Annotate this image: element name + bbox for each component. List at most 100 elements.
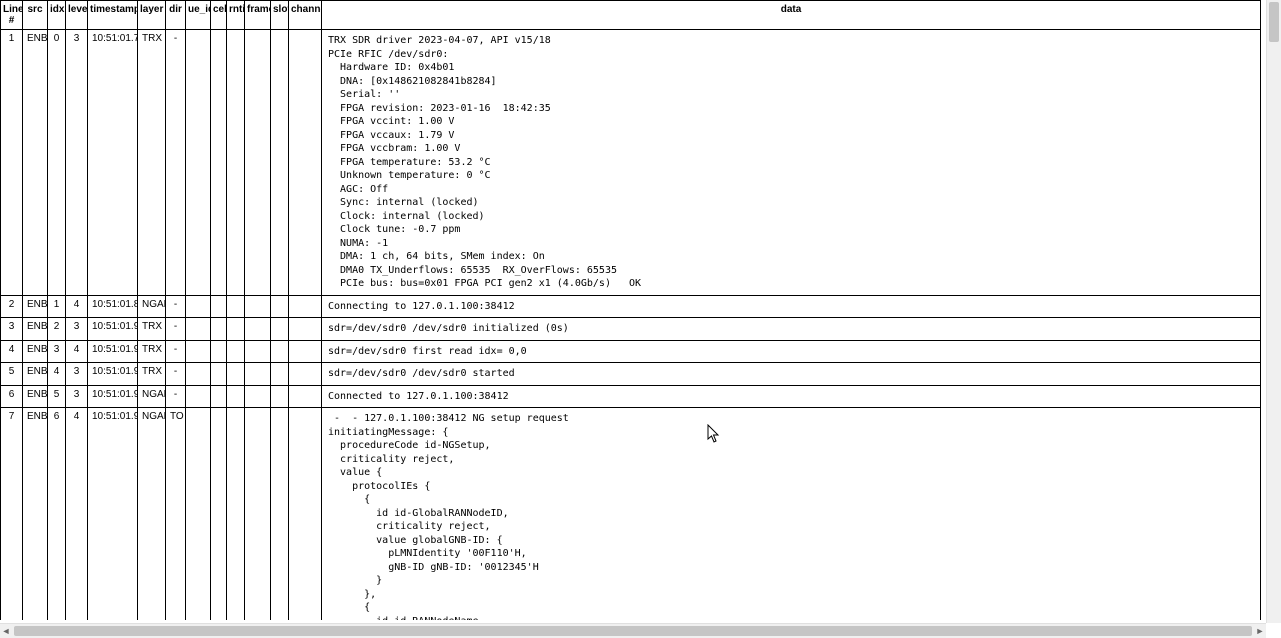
col-ueid[interactable]: ue_id bbox=[186, 1, 211, 30]
cell-layer: NGAP bbox=[138, 408, 166, 621]
cell-ue_id bbox=[186, 340, 211, 363]
cell-timestamp: 10:51:01.785 bbox=[88, 30, 138, 296]
cell-data: - - 127.0.1.100:38412 NG setup request i… bbox=[322, 408, 1261, 621]
cell-data: sdr=/dev/sdr0 /dev/sdr0 started bbox=[322, 363, 1261, 386]
col-src[interactable]: src bbox=[23, 1, 48, 30]
table-row[interactable]: 3ENB2310:51:01.992TRX-sdr=/dev/sdr0 /dev… bbox=[1, 318, 1261, 341]
cell-line: 4 bbox=[1, 340, 23, 363]
vertical-scroll-thumb[interactable] bbox=[1269, 2, 1279, 42]
log-table: Line # src idx level timestamp layer dir… bbox=[0, 0, 1261, 620]
col-rnti[interactable]: rnti bbox=[227, 1, 245, 30]
col-level[interactable]: level bbox=[66, 1, 88, 30]
cell-channel bbox=[289, 295, 322, 318]
cell-layer: TRX bbox=[138, 30, 166, 296]
horizontal-scroll-thumb[interactable] bbox=[14, 626, 1252, 636]
cell-ue_id bbox=[186, 363, 211, 386]
vertical-scrollbar[interactable] bbox=[1266, 0, 1281, 623]
cell-rnti bbox=[227, 30, 245, 296]
cell-channel bbox=[289, 340, 322, 363]
cell-dir: - bbox=[166, 340, 186, 363]
cell-idx: 3 bbox=[48, 340, 66, 363]
cell-level: 4 bbox=[66, 295, 88, 318]
cell-level: 4 bbox=[66, 340, 88, 363]
cell-slot bbox=[271, 318, 289, 341]
table-row[interactable]: 5ENB4310:51:01.996TRX-sdr=/dev/sdr0 /dev… bbox=[1, 363, 1261, 386]
cell-dir: - bbox=[166, 385, 186, 408]
cell-channel bbox=[289, 30, 322, 296]
col-data[interactable]: data bbox=[322, 1, 1261, 30]
col-idx[interactable]: idx bbox=[48, 1, 66, 30]
cell-frame bbox=[245, 363, 271, 386]
cell-frame bbox=[245, 340, 271, 363]
cell-src: ENB bbox=[23, 30, 48, 296]
table-row[interactable]: 7ENB6410:51:01.996NGAPTO - - 127.0.1.100… bbox=[1, 408, 1261, 621]
table-row[interactable]: 1ENB0310:51:01.785TRX-TRX SDR driver 202… bbox=[1, 30, 1261, 296]
cell-slot bbox=[271, 340, 289, 363]
cell-src: ENB bbox=[23, 295, 48, 318]
cell-dir: - bbox=[166, 30, 186, 296]
cell-cell bbox=[211, 363, 227, 386]
scroll-right-arrow-icon[interactable]: ► bbox=[1254, 625, 1266, 637]
cell-src: ENB bbox=[23, 340, 48, 363]
col-frame[interactable]: frame bbox=[245, 1, 271, 30]
cell-dir: - bbox=[166, 295, 186, 318]
cell-rnti bbox=[227, 363, 245, 386]
col-slot[interactable]: slot bbox=[271, 1, 289, 30]
table-row[interactable]: 6ENB5310:51:01.996NGAP-Connected to 127.… bbox=[1, 385, 1261, 408]
cell-cell bbox=[211, 30, 227, 296]
cell-ue_id bbox=[186, 408, 211, 621]
col-line[interactable]: Line # bbox=[1, 1, 23, 30]
log-viewport[interactable]: Line # src idx level timestamp layer dir… bbox=[0, 0, 1266, 620]
cell-dir: TO bbox=[166, 408, 186, 621]
cell-data: TRX SDR driver 2023-04-07, API v15/18 PC… bbox=[322, 30, 1261, 296]
cell-cell bbox=[211, 385, 227, 408]
cell-layer: TRX bbox=[138, 363, 166, 386]
cell-timestamp: 10:51:01.996 bbox=[88, 363, 138, 386]
cell-line: 1 bbox=[1, 30, 23, 296]
scroll-left-arrow-icon[interactable]: ◄ bbox=[0, 625, 12, 637]
cell-cell bbox=[211, 340, 227, 363]
cell-layer: TRX bbox=[138, 318, 166, 341]
cell-cell bbox=[211, 318, 227, 341]
cell-idx: 1 bbox=[48, 295, 66, 318]
cell-slot bbox=[271, 408, 289, 621]
cell-rnti bbox=[227, 408, 245, 621]
col-channel[interactable]: channel bbox=[289, 1, 322, 30]
cell-src: ENB bbox=[23, 318, 48, 341]
table-row[interactable]: 4ENB3410:51:01.995TRX-sdr=/dev/sdr0 firs… bbox=[1, 340, 1261, 363]
col-layer[interactable]: layer bbox=[138, 1, 166, 30]
cell-slot bbox=[271, 385, 289, 408]
cell-line: 3 bbox=[1, 318, 23, 341]
cell-layer: TRX bbox=[138, 340, 166, 363]
cell-dir: - bbox=[166, 318, 186, 341]
table-row[interactable]: 2ENB1410:51:01.820NGAP-Connecting to 127… bbox=[1, 295, 1261, 318]
col-cell[interactable]: cell bbox=[211, 1, 227, 30]
cell-idx: 5 bbox=[48, 385, 66, 408]
cell-ue_id bbox=[186, 385, 211, 408]
cell-src: ENB bbox=[23, 408, 48, 621]
horizontal-scrollbar[interactable]: ◄ ► bbox=[0, 623, 1266, 638]
cell-layer: NGAP bbox=[138, 295, 166, 318]
cell-channel bbox=[289, 408, 322, 621]
cell-rnti bbox=[227, 318, 245, 341]
cell-dir: - bbox=[166, 363, 186, 386]
cell-line: 6 bbox=[1, 385, 23, 408]
cell-ue_id bbox=[186, 318, 211, 341]
cell-frame bbox=[245, 318, 271, 341]
col-timestamp[interactable]: timestamp bbox=[88, 1, 138, 30]
table-body: 1ENB0310:51:01.785TRX-TRX SDR driver 202… bbox=[1, 30, 1261, 621]
cell-line: 2 bbox=[1, 295, 23, 318]
col-dir[interactable]: dir bbox=[166, 1, 186, 30]
cell-rnti bbox=[227, 340, 245, 363]
cell-ue_id bbox=[186, 295, 211, 318]
cell-data: Connected to 127.0.1.100:38412 bbox=[322, 385, 1261, 408]
cell-level: 4 bbox=[66, 408, 88, 621]
cell-slot bbox=[271, 30, 289, 296]
cell-timestamp: 10:51:01.820 bbox=[88, 295, 138, 318]
cell-line: 5 bbox=[1, 363, 23, 386]
cell-rnti bbox=[227, 295, 245, 318]
cell-cell bbox=[211, 295, 227, 318]
cell-level: 3 bbox=[66, 385, 88, 408]
cell-idx: 6 bbox=[48, 408, 66, 621]
cell-idx: 2 bbox=[48, 318, 66, 341]
